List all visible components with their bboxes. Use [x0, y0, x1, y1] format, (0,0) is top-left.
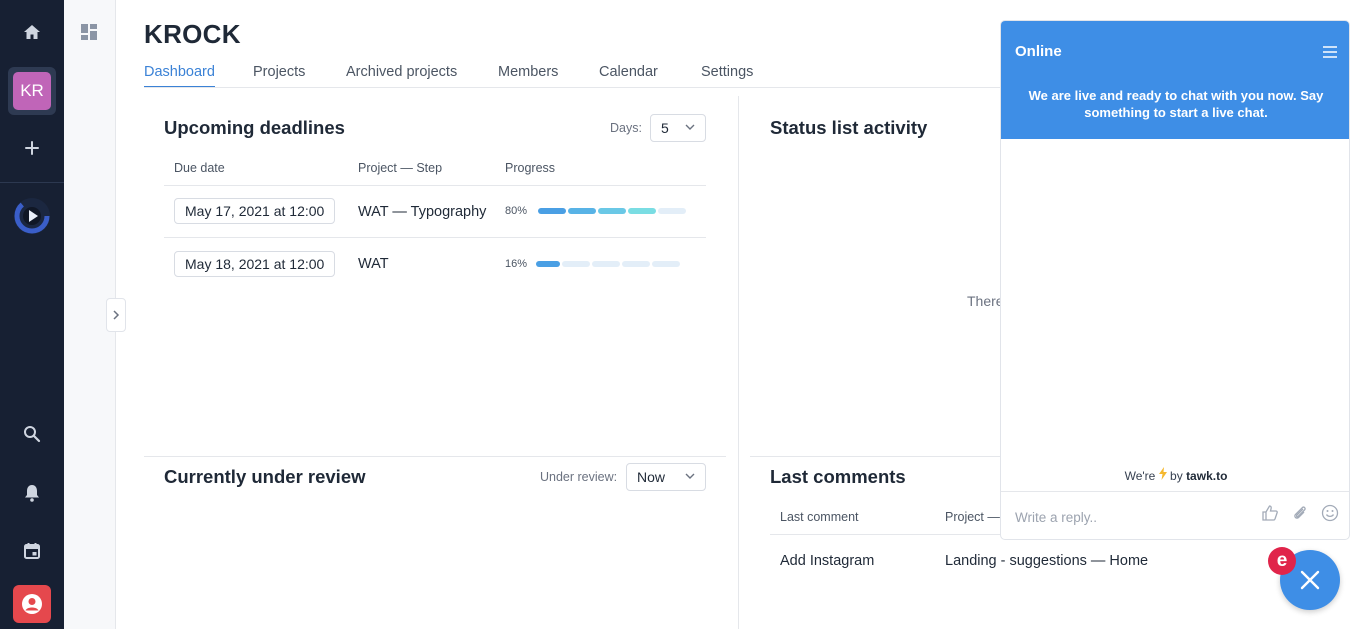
progress-percent: 80% [505, 205, 528, 217]
close-icon [1300, 570, 1320, 590]
dashboard-grid-icon[interactable] [81, 24, 98, 46]
column-header-project-step: Project — Step [358, 161, 443, 175]
chat-status: Online [1015, 43, 1062, 60]
tab-projects[interactable]: Projects [253, 64, 305, 88]
progress-percent: 16% [505, 258, 528, 270]
page-title: KROCK [144, 19, 241, 49]
row-divider [164, 237, 706, 238]
tab-archived-projects[interactable]: Archived projects [346, 64, 457, 88]
main-sidebar: KR [0, 0, 64, 629]
user-profile-button[interactable] [13, 585, 51, 623]
brand-name: tawk.to [1186, 469, 1228, 483]
home-icon[interactable] [12, 14, 52, 50]
chevron-down-icon [685, 124, 695, 130]
notification-badge[interactable]: e [1268, 547, 1296, 575]
progress-bar [538, 208, 686, 214]
progress-bar [536, 261, 680, 267]
column-header-due-date: Due date [174, 161, 225, 175]
project-step-cell: WAT [358, 256, 389, 272]
under-review-select[interactable]: Now [626, 463, 706, 491]
days-select-value: 5 [661, 120, 669, 136]
last-comments-title: Last comments [770, 466, 906, 487]
tab-dashboard[interactable]: Dashboard [144, 64, 215, 88]
column-header-progress: Progress [505, 161, 556, 175]
chat-actions [1261, 504, 1339, 522]
section-divider [750, 456, 1000, 457]
section-divider [144, 456, 726, 457]
chevron-down-icon [685, 473, 695, 479]
emoji-icon[interactable] [1321, 504, 1339, 522]
hamburger-menu-icon[interactable] [1323, 45, 1337, 63]
table-header-divider [164, 185, 706, 186]
live-chat-widget: Online We are live and ready to chat wit… [1000, 20, 1350, 540]
due-date-badge: May 17, 2021 at 12:00 [174, 198, 336, 224]
expand-panel-button[interactable] [106, 298, 126, 332]
under-review-select-value: Now [637, 469, 666, 485]
plus-icon[interactable] [12, 130, 52, 166]
chat-branding[interactable]: We're by tawk.to [1001, 467, 1349, 483]
column-header-project: Project — [945, 510, 1000, 524]
lightning-icon [1158, 467, 1167, 480]
thumbs-up-icon[interactable] [1261, 504, 1279, 522]
column-divider [738, 96, 739, 629]
tab-members[interactable]: Members [498, 64, 558, 88]
attachment-icon[interactable] [1291, 504, 1309, 522]
column-header-last-comment: Last comment [780, 510, 859, 524]
workspace-avatar-button[interactable]: KR [8, 67, 56, 115]
chat-input-divider [1001, 491, 1349, 492]
tab-calendar[interactable]: Calendar [599, 64, 658, 88]
tab-divider [144, 87, 1024, 88]
comment-cell: Add Instagram [780, 553, 875, 569]
brand-logo-icon[interactable] [13, 197, 51, 235]
project-step-cell: WAT — Typography [358, 204, 487, 220]
under-review-title: Currently under review [164, 466, 366, 487]
days-select[interactable]: 5 [650, 114, 706, 142]
brand-by: by [1170, 469, 1183, 483]
comment-project-cell: Landing - suggestions — Home [945, 553, 1149, 569]
chevron-right-icon [113, 310, 120, 320]
under-review-label: Under review: [540, 470, 618, 484]
tab-bar: Dashboard Projects Archived projects Mem… [144, 64, 1024, 88]
sidebar-divider [0, 182, 64, 183]
status-activity-title: Status list activity [770, 117, 928, 138]
days-label: Days: [610, 121, 642, 135]
workspace-avatar: KR [13, 72, 51, 110]
status-empty-message: There [967, 293, 1004, 309]
due-date-badge: May 18, 2021 at 12:00 [174, 251, 336, 277]
chat-reply-input[interactable]: Write a reply.. [1015, 510, 1097, 525]
chat-welcome-message: We are live and ready to chat with you n… [1028, 88, 1324, 120]
search-icon[interactable] [12, 416, 52, 452]
deadlines-title: Upcoming deadlines [164, 117, 345, 138]
tab-settings[interactable]: Settings [701, 64, 753, 88]
brand-prefix: We're [1124, 469, 1156, 483]
bell-icon[interactable] [12, 475, 52, 511]
chat-header: Online We are live and ready to chat wit… [1001, 21, 1349, 139]
user-icon [22, 594, 42, 614]
calendar-icon[interactable] [12, 532, 52, 568]
